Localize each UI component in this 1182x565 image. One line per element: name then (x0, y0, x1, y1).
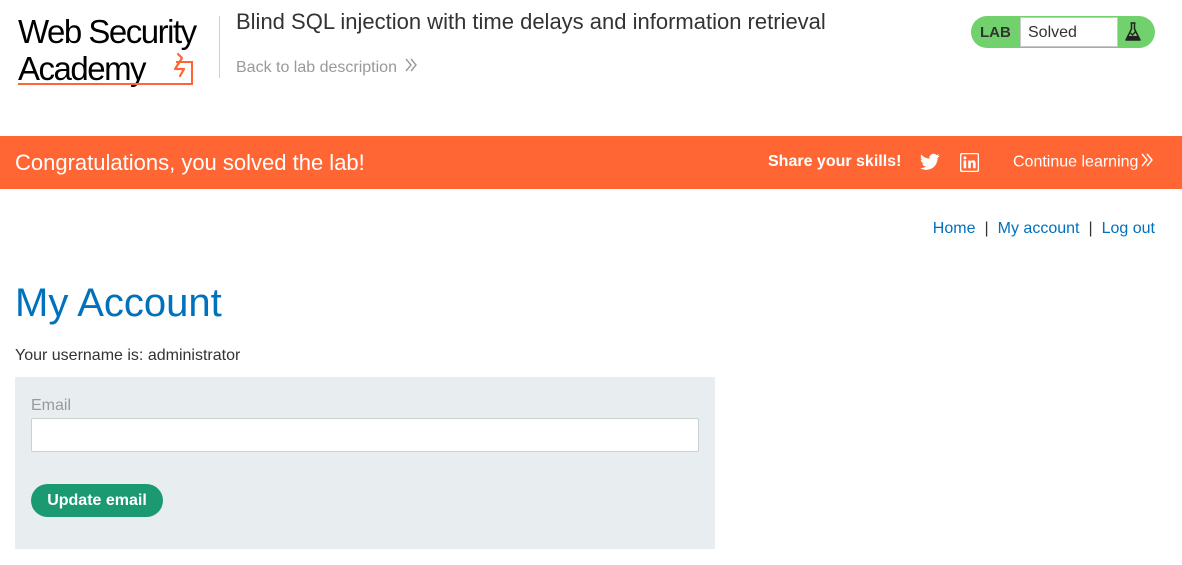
nav-separator: | (1088, 220, 1093, 237)
top-navigation: Home | My account | Log out (933, 219, 1155, 239)
logo-line-1: Web Security (18, 14, 198, 50)
linkedin-icon[interactable] (960, 153, 979, 172)
continue-learning-label: Continue learning (1013, 153, 1139, 171)
back-to-lab-description-link[interactable]: Back to lab description (236, 58, 417, 78)
username-text: Your username is: administrator (15, 347, 241, 364)
lab-status-box: Solved (1020, 17, 1118, 47)
logo-line-2: Academy (18, 50, 147, 87)
nav-home-link[interactable]: Home (933, 220, 976, 237)
continue-learning-link[interactable]: Continue learning (1013, 153, 1154, 172)
nav-separator: | (984, 220, 989, 237)
lab-title: Blind SQL injection with time delays and… (236, 9, 826, 34)
update-email-button[interactable]: Update email (31, 484, 163, 517)
back-link-label: Back to lab description (236, 59, 397, 77)
lab-badge: LAB (980, 24, 1011, 41)
email-label: Email (31, 397, 72, 414)
double-chevron-right-icon (405, 58, 417, 78)
flask-icon (1125, 22, 1141, 41)
email-input[interactable] (31, 418, 699, 452)
congratulations-message: Congratulations, you solved the lab! (15, 150, 365, 175)
web-security-academy-logo[interactable]: Web Security Academy (16, 14, 216, 88)
double-chevron-right-icon (1141, 153, 1154, 172)
header-divider (219, 16, 220, 78)
page-title: My Account (15, 281, 222, 325)
update-email-form: Email Update email (15, 377, 715, 549)
nav-log-out-link[interactable]: Log out (1102, 220, 1155, 237)
nav-my-account-link[interactable]: My account (998, 220, 1080, 237)
solved-banner: Congratulations, you solved the lab! Sha… (0, 136, 1182, 189)
lab-status-widget: LAB Solved (971, 16, 1155, 48)
lab-status-text: Solved (1028, 24, 1077, 41)
share-skills-label: Share your skills! (768, 153, 902, 170)
twitter-icon[interactable] (920, 153, 940, 171)
lab-header: Web Security Academy Blind SQL injection… (0, 0, 1182, 136)
